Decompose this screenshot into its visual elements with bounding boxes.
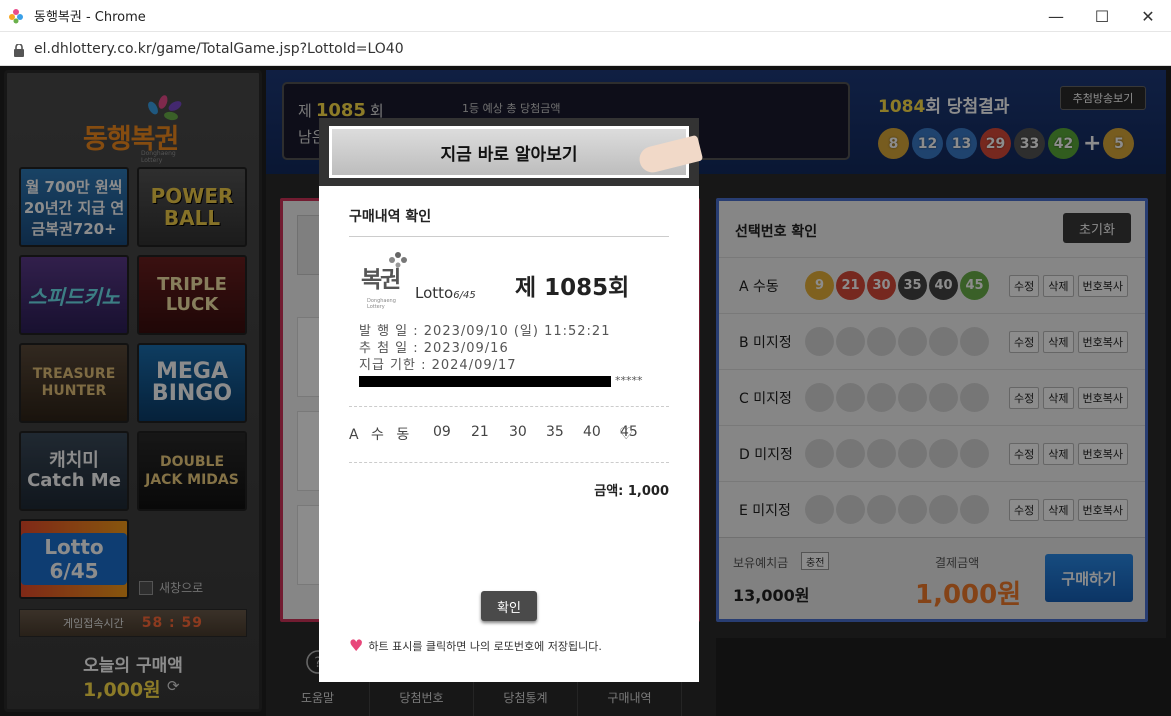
close-button[interactable]: ✕ [1125,0,1171,32]
ticket-logo: 복권 Donghaeng Lottery [361,252,407,310]
pick-number: 30 [509,424,527,440]
masked-barcode [359,376,611,387]
heart-note: ♥ 하트 표시를 클릭하면 나의 로또번호에 저장됩니다. [349,636,602,655]
ticket-logo-petals-icon [389,252,407,268]
address-bar[interactable]: el.dhlottery.co.kr/game/TotalGame.jsp?Lo… [0,32,1171,66]
pick-label: A 수 동 [349,427,414,443]
lotto645-mark: Lotto6/45 [415,284,476,302]
masked-stars: ***** [615,374,643,387]
ticket-amount: 금액: 1,000 [594,484,669,499]
dashed-divider [349,406,669,407]
lotto-sub: 6/45 [453,290,476,301]
window-titlebar: 동행복권 - Chrome — ☐ ✕ [0,0,1171,32]
heart-note-text: 하트 표시를 클릭하면 나의 로또번호에 저장됩니다. [368,639,602,653]
ticket-logo-sub: Donghaeng Lottery [367,298,396,310]
promo-banner[interactable]: 지금 바로 알아보기 [319,118,704,186]
pick-number: 35 [546,424,564,440]
lock-icon [14,42,24,57]
modal-title: 구매내역 확인 [349,209,432,225]
heart-icon[interactable]: ♡ [619,424,633,443]
window-title: 동행복권 - Chrome [34,10,146,25]
purchase-confirm-modal: 지금 바로 알아보기 구매내역 확인 복권 Donghaeng Lottery … [319,118,704,682]
pick-number: 09 [433,424,451,440]
dashed-divider [349,462,669,463]
divider [349,236,669,237]
pick-number: 40 [583,424,601,440]
pick-number: 21 [471,424,489,440]
lotto-text: Lotto [415,284,454,302]
page: 동행복권 Donghaeng Lottery 월 700만 원씩 20년간 지급… [0,66,1171,716]
minimize-button[interactable]: — [1033,0,1079,32]
favicon-icon [8,8,24,24]
payout-deadline: 지급 기한 : 2024/09/17 [359,358,517,373]
confirm-button[interactable]: 확인 [481,591,537,621]
maximize-button[interactable]: ☐ [1079,0,1125,32]
ticket-round: 제 1085회 [515,275,630,301]
promo-banner-text: 지금 바로 알아보기 [329,126,689,178]
url-text: el.dhlottery.co.kr/game/TotalGame.jsp?Lo… [34,40,404,57]
heart-filled-icon: ♥ [349,636,364,655]
